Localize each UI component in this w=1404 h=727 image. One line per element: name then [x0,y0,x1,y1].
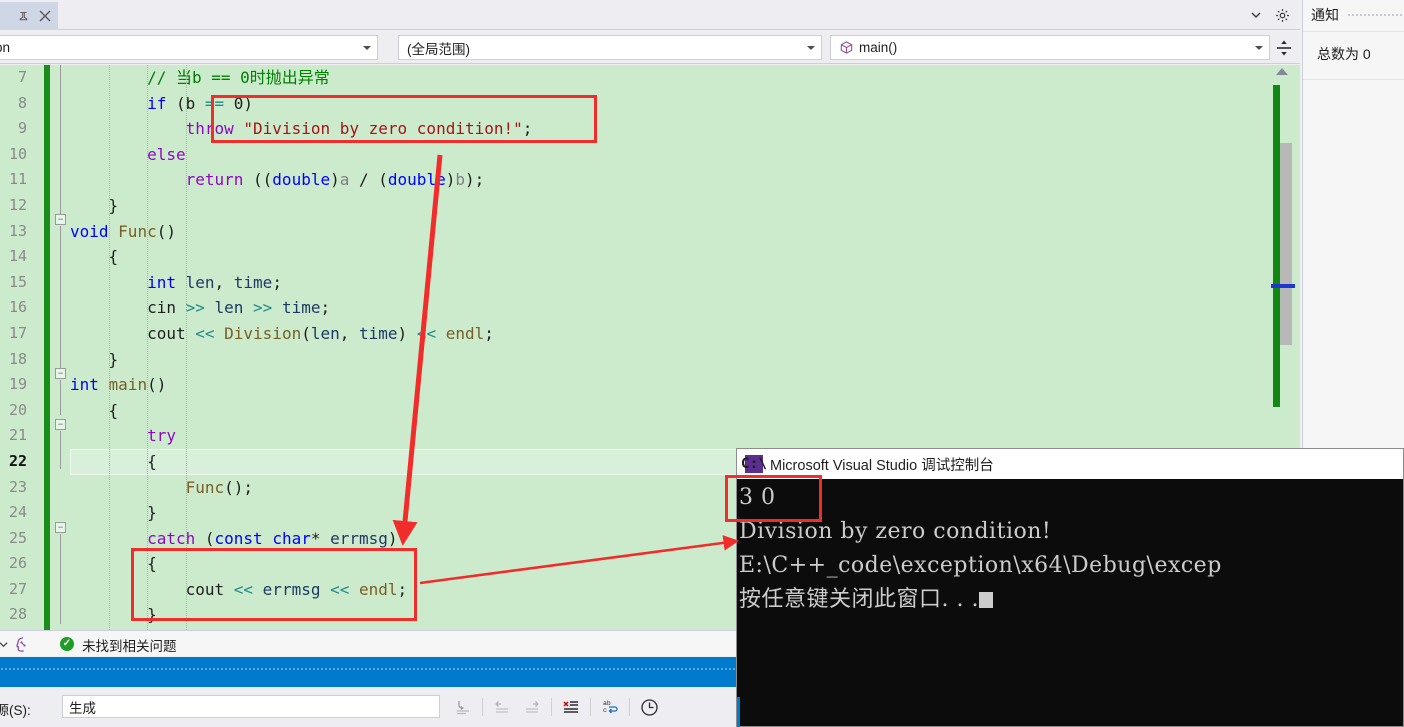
cout-to-console-arrow [419,535,740,585]
throw-to-catch-arrow [392,154,443,546]
annotation-arrows [392,154,740,585]
